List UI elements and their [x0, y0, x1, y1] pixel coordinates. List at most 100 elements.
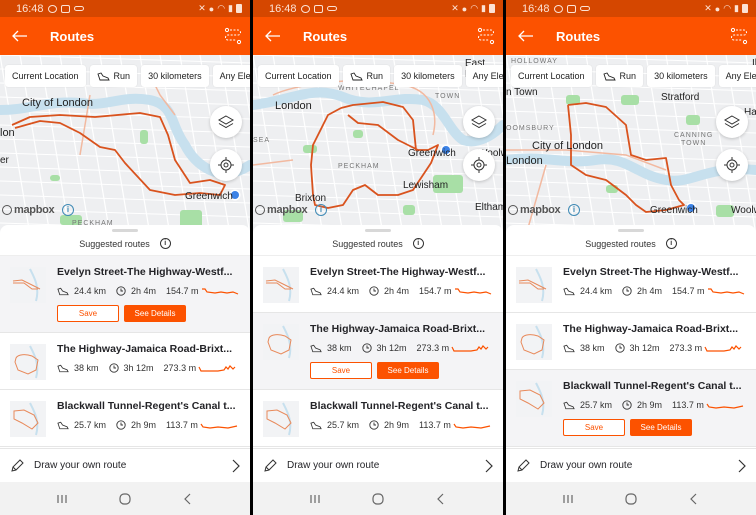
- shoe-icon: [310, 287, 322, 295]
- locate-button[interactable]: [463, 149, 495, 181]
- route-item[interactable]: The Highway-Jamaica Road-Brixt... 38 km …: [0, 333, 250, 390]
- map-place-label: Brixton: [295, 193, 327, 204]
- see-details-button[interactable]: See Details: [630, 419, 692, 436]
- back-button[interactable]: [506, 17, 546, 55]
- recent-apps-button[interactable]: [303, 489, 327, 509]
- route-item[interactable]: Blackwall Tunnel-Regent's Canal t... 25.…: [506, 370, 756, 447]
- thumbnail-river: [282, 325, 292, 359]
- system-back-button[interactable]: [176, 489, 200, 509]
- mapbox-logo: mapbox: [2, 204, 55, 216]
- route-item[interactable]: The Highway-Jamaica Road-Brixt... 38 km …: [506, 313, 756, 370]
- map-street: [0, 55, 250, 64]
- layers-button[interactable]: [716, 106, 748, 138]
- info-icon[interactable]: i: [412, 238, 424, 249]
- draw-own-route-row[interactable]: Draw your own route: [253, 448, 503, 482]
- home-button[interactable]: [619, 489, 643, 509]
- recent-apps-icon: [563, 494, 573, 503]
- route-distance-value: 38 km: [327, 343, 352, 353]
- locate-button[interactable]: [716, 149, 748, 181]
- route-item[interactable]: Evelyn Street-The Highway-Westf... 24.4 …: [253, 256, 503, 313]
- route-item[interactable]: Blackwall Tunnel-Regent's Canal t... 25.…: [253, 390, 503, 447]
- thumbnail-route-line: [267, 334, 292, 355]
- route-plan-button[interactable]: [224, 27, 242, 45]
- system-back-icon: [184, 493, 191, 504]
- status-icon-3: [326, 6, 337, 11]
- save-button[interactable]: Save: [563, 419, 625, 436]
- layers-button[interactable]: [463, 106, 495, 138]
- route-body: Evelyn Street-The Highway-Westf... 24.4 …: [57, 266, 242, 332]
- map-park: [140, 130, 148, 144]
- system-nav-bar: [253, 482, 503, 515]
- filter-activity[interactable]: Run: [342, 65, 391, 87]
- recent-apps-button[interactable]: [50, 489, 74, 509]
- draw-own-route-row[interactable]: Draw your own route: [506, 448, 756, 482]
- route-thumbnail-map: [519, 382, 545, 416]
- locate-button[interactable]: [210, 149, 242, 181]
- see-details-button[interactable]: See Details: [124, 305, 186, 322]
- route-thumbnail: [10, 401, 46, 437]
- route-distance: 24.4 km: [57, 286, 106, 296]
- filter-location[interactable]: Current Location: [258, 65, 339, 87]
- filter-activity[interactable]: Run: [89, 65, 138, 87]
- filter-elevation[interactable]: Any Ele: [212, 65, 250, 87]
- route-plan-button[interactable]: [477, 27, 495, 45]
- map-attribution-info-button[interactable]: i: [315, 204, 327, 216]
- route-thumbnail: [263, 267, 299, 303]
- system-nav-bar: [506, 482, 756, 515]
- route-item[interactable]: Evelyn Street-The Highway-Westf... 24.4 …: [0, 256, 250, 333]
- arrow-left-icon: [518, 30, 533, 42]
- info-icon[interactable]: i: [159, 238, 171, 249]
- route-item[interactable]: The Highway-Jamaica Road-Brixt... 38 km …: [253, 313, 503, 390]
- clock-icon: [369, 286, 379, 296]
- route-elevation: 113.7 m: [166, 420, 198, 430]
- filter-distance[interactable]: 30 kilometers: [141, 65, 209, 87]
- map-attribution-info-button[interactable]: i: [62, 204, 74, 216]
- save-button[interactable]: Save: [57, 305, 119, 322]
- back-button[interactable]: [0, 17, 40, 55]
- filter-distance[interactable]: 30 kilometers: [647, 65, 715, 87]
- route-thumbnail-map: [14, 345, 39, 379]
- mute-icon: ✕: [451, 3, 459, 13]
- route-item[interactable]: Blackwall Tunnel-Regent's Canal t... 25.…: [0, 390, 250, 447]
- elevation-profile-graph: [453, 423, 491, 429]
- back-button[interactable]: [253, 17, 293, 55]
- crosshair-icon: [218, 157, 234, 173]
- signal-icon: ▮: [734, 3, 739, 13]
- route-stats: 25.7 km 2h 9m 113.7 m: [57, 418, 242, 432]
- shoe-icon: [349, 71, 363, 80]
- filter-activity[interactable]: Run: [595, 65, 644, 87]
- shoe-icon: [310, 421, 322, 429]
- filter-elevation-label: Any Ele: [219, 71, 250, 81]
- clock-icon: [108, 363, 119, 373]
- filter-elevation[interactable]: Any Ele: [718, 65, 756, 87]
- clock-icon: [116, 286, 126, 296]
- route-item[interactable]: Evelyn Street-The Highway-Westf... 24.4 …: [506, 256, 756, 313]
- home-button[interactable]: [366, 489, 390, 509]
- elevation-profile-graph: [451, 345, 489, 352]
- see-details-button[interactable]: See Details: [377, 362, 439, 379]
- status-icon-2: [566, 4, 576, 13]
- save-button[interactable]: Save: [310, 362, 372, 379]
- system-back-button[interactable]: [682, 489, 706, 509]
- map-place-label: London: [506, 155, 543, 167]
- info-icon[interactable]: i: [665, 238, 677, 249]
- filter-elevation[interactable]: Any Ele: [465, 65, 503, 87]
- route-distance: 38 km: [563, 343, 605, 353]
- route-plan-button[interactable]: [730, 27, 748, 45]
- draw-own-route-label: Draw your own route: [34, 460, 127, 471]
- filter-distance[interactable]: 30 kilometers: [394, 65, 462, 87]
- system-back-button[interactable]: [429, 489, 453, 509]
- filter-location[interactable]: Current Location: [511, 65, 592, 87]
- recent-apps-button[interactable]: [556, 489, 580, 509]
- clock-icon: [361, 343, 372, 353]
- route-plan-icon: [477, 27, 495, 45]
- layers-button[interactable]: [210, 106, 242, 138]
- draw-own-route-row[interactable]: Draw your own route: [0, 448, 250, 482]
- elevation-profile-graph: [704, 345, 742, 352]
- route-time-value: 2h 4m: [384, 286, 410, 296]
- route-stats: 25.7 km 2h 9m 113.7 m: [563, 398, 748, 412]
- map-attribution-info-button[interactable]: i: [568, 204, 580, 216]
- home-button[interactable]: [113, 489, 137, 509]
- filter-location[interactable]: Current Location: [5, 65, 86, 87]
- layers-icon: [218, 115, 234, 129]
